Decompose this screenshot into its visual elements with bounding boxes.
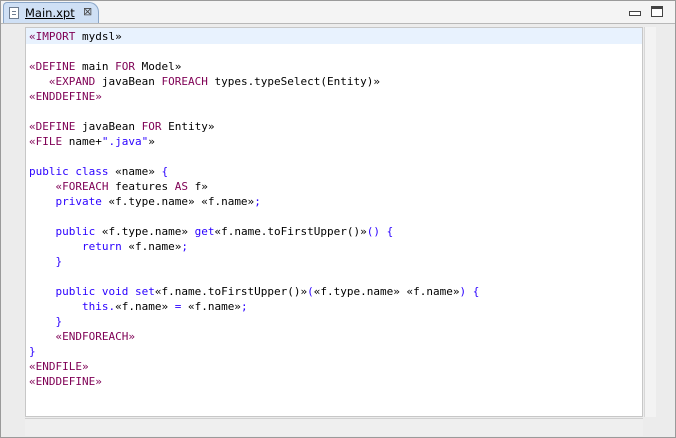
minimize-icon[interactable] (629, 11, 641, 16)
code-token: «ENDFOREACH» (29, 330, 135, 343)
code-token: get (187, 225, 215, 238)
code-token: ) { (459, 285, 480, 298)
code-token: AS (174, 180, 188, 193)
code-line[interactable] (29, 44, 479, 59)
code-token: this. (29, 300, 116, 313)
code-token: ; (254, 195, 261, 208)
code-line[interactable] (29, 209, 479, 224)
code-token: «IMPORT (29, 30, 76, 43)
code-line[interactable]: «IMPORT mydsl» (29, 29, 479, 44)
code-token: features (108, 180, 175, 193)
code-line[interactable]: public void set«f.name.toFirstUpper()»(«… (29, 284, 479, 299)
code-token: ".java" (101, 135, 149, 148)
code-token: public class (29, 165, 116, 178)
code-line[interactable]: «DEFINE javaBean FOR Entity» (29, 119, 479, 134)
code-line[interactable]: «ENDDEFINE» (29, 374, 479, 389)
code-token: f» (187, 180, 208, 193)
code-token: «f.name.toFirstUpper()» (214, 225, 367, 238)
code-line[interactable]: } (29, 344, 479, 359)
bottom-ruler (25, 418, 643, 436)
code-line[interactable]: «ENDDEFINE» (29, 89, 479, 104)
code-token: public void set (29, 285, 155, 298)
code-editor[interactable]: «IMPORT mydsl» «DEFINE main FOR Model» «… (25, 27, 643, 417)
maximize-icon[interactable] (651, 6, 663, 17)
code-token: «f.type.name» «f.name» (108, 195, 255, 208)
code-token: { (154, 165, 169, 178)
file-icon (9, 7, 19, 19)
code-token: = (168, 300, 188, 313)
code-token: FOR (141, 120, 162, 133)
code-token: «EXPAND (29, 75, 96, 88)
editor-window: Main.xpt ⊠ «IMPORT mydsl» «DEFINE main F… (0, 0, 676, 438)
code-area[interactable]: «IMPORT mydsl» «DEFINE main FOR Model» «… (29, 29, 479, 389)
code-line[interactable]: «ENDFILE» (29, 359, 479, 374)
code-line[interactable]: return «f.name»; (29, 239, 479, 254)
left-gutter (1, 27, 25, 417)
code-token: mydsl» (75, 30, 122, 43)
code-line[interactable] (29, 149, 479, 164)
code-token: main (75, 60, 116, 73)
code-line[interactable] (29, 269, 479, 284)
code-line[interactable] (29, 104, 479, 119)
overview-ruler (644, 27, 656, 417)
code-token: «ENDDEFINE» (29, 375, 102, 388)
code-line[interactable]: public class «name» { (29, 164, 479, 179)
close-icon[interactable]: ⊠ (83, 5, 92, 18)
code-token: } (29, 315, 63, 328)
code-line[interactable]: «EXPAND javaBean FOREACH types.typeSelec… (29, 74, 479, 89)
code-line[interactable]: «FILE name+".java"» (29, 134, 479, 149)
code-token: javaBean (75, 120, 142, 133)
code-token: «FILE (29, 135, 63, 148)
code-token: FOREACH (161, 75, 208, 88)
code-token: «DEFINE (29, 60, 76, 73)
code-line[interactable]: private «f.type.name» «f.name»; (29, 194, 479, 209)
tab-title[interactable]: Main.xpt (25, 6, 75, 20)
code-token: ( (307, 285, 314, 298)
code-token: types.typeSelect(Entity)» (207, 75, 381, 88)
code-token: » (148, 135, 155, 148)
code-token: return (29, 240, 129, 253)
code-token: public (29, 225, 102, 238)
code-line[interactable]: «DEFINE main FOR Model» (29, 59, 479, 74)
code-line[interactable]: } (29, 314, 479, 329)
code-token: private (29, 195, 109, 208)
code-line[interactable]: public «f.type.name» get«f.name.toFirstU… (29, 224, 479, 239)
code-token: «f.type.name» «f.name» (313, 285, 460, 298)
code-token: Entity» (161, 120, 215, 133)
code-token: «f.name» (128, 240, 182, 253)
code-token: } (29, 345, 36, 358)
code-token: } (29, 255, 63, 268)
code-token: name+ (62, 135, 102, 148)
tab-bar: Main.xpt ⊠ (1, 1, 675, 24)
code-token: Model» (134, 60, 182, 73)
code-line[interactable]: «FOREACH features AS f» (29, 179, 479, 194)
code-token: «f.name» (187, 300, 241, 313)
code-token: ; (240, 300, 248, 313)
code-token: ; (181, 240, 188, 253)
code-token: «name» (115, 165, 155, 178)
code-token: «DEFINE (29, 120, 76, 133)
code-line[interactable]: } (29, 254, 479, 269)
code-token: FOR (115, 60, 135, 73)
code-line[interactable]: this.«f.name» = «f.name»; (29, 299, 479, 314)
tab-main-xpt[interactable]: Main.xpt ⊠ (3, 2, 99, 23)
code-token: «f.type.name» (101, 225, 188, 238)
code-token: «ENDDEFINE» (29, 90, 102, 103)
code-token: () { (366, 225, 394, 238)
code-token: «ENDFILE» (29, 360, 89, 373)
code-token: «f.name» (115, 300, 169, 313)
code-line[interactable]: «ENDFOREACH» (29, 329, 479, 344)
code-token: «FOREACH (29, 180, 109, 193)
code-token: «f.name.toFirstUpper()» (154, 285, 308, 298)
code-token: javaBean (95, 75, 162, 88)
